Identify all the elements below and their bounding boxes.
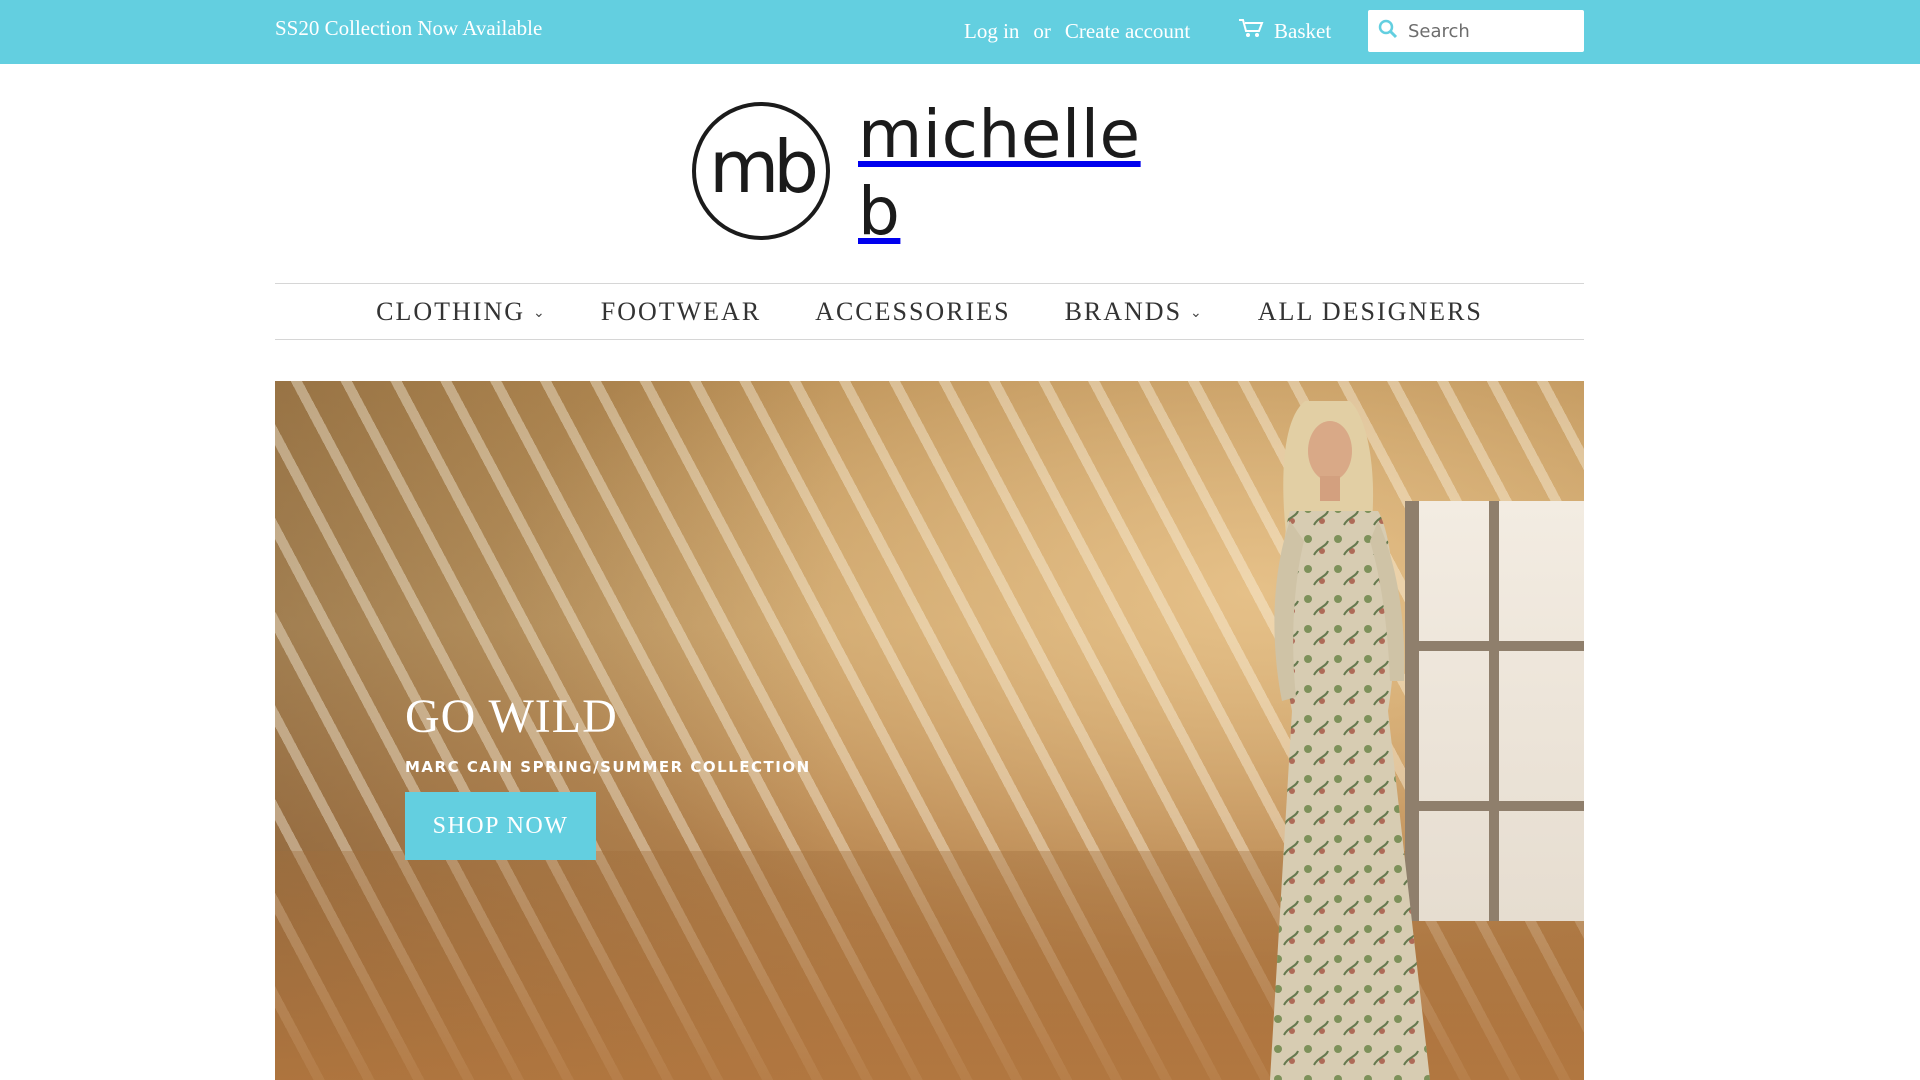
hero-caption: GO WILD MARC CAIN SPRING/SUMMER COLLECTI… [405, 689, 811, 860]
hero-model-image [1270, 401, 1430, 1080]
nav-item-footwear[interactable]: FOOTWEAR [574, 284, 788, 339]
account-links: Log in or Create account [964, 16, 1190, 46]
announcement-bar: SS20 Collection Now Available Log in or … [0, 0, 1920, 64]
cart-icon [1238, 18, 1264, 44]
shop-now-button[interactable]: SHOP NOW [405, 792, 596, 860]
logo-monogram: mb [690, 100, 832, 247]
login-link[interactable]: Log in [964, 19, 1019, 44]
nav-item-label: ACCESSORIES [815, 296, 1011, 326]
svg-text:mb: mb [709, 125, 815, 209]
or-text: or [1033, 18, 1051, 43]
search-input[interactable] [1408, 16, 1568, 46]
nav-item-brands[interactable]: BRANDS ⌄ [1038, 284, 1231, 339]
nav-item-label: ALL DESIGNERS [1257, 296, 1483, 326]
search-box [1368, 10, 1584, 52]
nav-item-label: CLOTHING [376, 296, 525, 326]
search-icon[interactable] [1378, 19, 1398, 44]
chevron-down-icon: ⌄ [533, 306, 547, 321]
hero-subtitle: MARC CAIN SPRING/SUMMER COLLECTION [405, 758, 811, 776]
nav-item-label: BRANDS [1064, 296, 1183, 326]
basket-link[interactable]: Basket [1238, 16, 1331, 46]
nav-item-label: FOOTWEAR [600, 296, 762, 326]
hero-title: GO WILD [405, 690, 618, 743]
create-account-link[interactable]: Create account [1065, 19, 1190, 44]
main-navigation: CLOTHING ⌄ FOOTWEAR ACCESSORIES BRANDS ⌄… [275, 283, 1584, 340]
basket-label: Basket [1274, 18, 1332, 43]
site-logo[interactable]: mb michelle b [690, 96, 1190, 250]
nav-item-all-designers[interactable]: ALL DESIGNERS [1231, 284, 1510, 339]
hero-banner[interactable]: GO WILD MARC CAIN SPRING/SUMMER COLLECTI… [275, 381, 1584, 1080]
nav-item-clothing[interactable]: CLOTHING ⌄ [349, 284, 574, 339]
nav-item-accessories[interactable]: ACCESSORIES [788, 284, 1037, 339]
logo-wordmark: michelle b [858, 96, 1141, 250]
announcement-text: SS20 Collection Now Available [275, 16, 543, 40]
chevron-down-icon: ⌄ [1190, 306, 1204, 321]
